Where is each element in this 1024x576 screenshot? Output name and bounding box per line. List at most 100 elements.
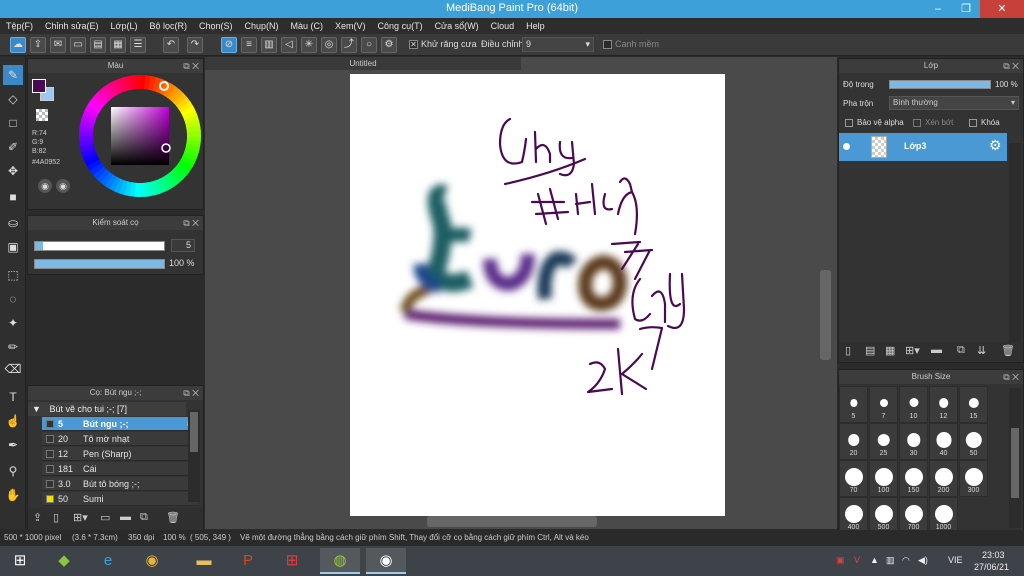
brush-size-scrollbar[interactable] xyxy=(1009,388,1021,528)
menu-select[interactable]: Chọn(S) xyxy=(199,18,233,34)
pages-icon[interactable]: ▦ xyxy=(110,37,126,53)
snap-off-icon[interactable]: ⊘ xyxy=(221,37,237,53)
brush-size-option[interactable]: 25 xyxy=(869,423,898,460)
brush-list-item[interactable]: 181 Cái xyxy=(42,462,199,476)
brush-delete-icon[interactable]: 🗑 xyxy=(166,511,180,524)
cloud-icon[interactable]: ☁ xyxy=(10,37,26,53)
dropper-tool-icon[interactable]: ⚲ xyxy=(3,461,23,481)
snap-settings-icon[interactable]: ⚙ xyxy=(381,37,397,53)
undo-icon[interactable]: ↶ xyxy=(163,37,179,53)
tray-v-icon[interactable]: V xyxy=(854,555,860,565)
operation-tool-icon[interactable]: ☝ xyxy=(3,411,23,431)
palette-icon[interactable]: ◉ xyxy=(38,179,52,193)
app-grid-icon[interactable]: ⊞ xyxy=(272,548,312,574)
minimize-icon[interactable]: – xyxy=(924,0,952,18)
smooth-checkbox[interactable] xyxy=(603,40,612,49)
panel-popout-close-icon[interactable]: ⧉ ✕ xyxy=(183,216,199,230)
menu-color[interactable]: Màu (C) xyxy=(291,18,324,34)
palette-settings-icon[interactable]: ◉ xyxy=(56,179,70,193)
lock-checkbox[interactable] xyxy=(969,119,977,127)
medibang-icon[interactable]: ◍ xyxy=(320,548,360,574)
clipping-checkbox[interactable] xyxy=(913,119,921,127)
brush-size-option[interactable]: 15 xyxy=(959,386,988,423)
tray-app-icon[interactable]: ▣ xyxy=(836,555,845,566)
brush-size-option[interactable]: 5 xyxy=(839,386,868,423)
menu-file[interactable]: Tệp(F) xyxy=(6,18,33,34)
brush-size-option[interactable]: 10 xyxy=(899,386,928,423)
brush-size-option[interactable]: 70 xyxy=(839,460,868,497)
brush-size-option[interactable]: 30 xyxy=(899,423,928,460)
clock-time[interactable]: 23:03 xyxy=(982,550,1005,560)
internet-explorer-icon[interactable]: e xyxy=(88,548,128,574)
delete-layer-icon[interactable]: 🗑 xyxy=(1001,344,1015,357)
brush-size-option[interactable]: 40 xyxy=(929,423,958,460)
radial-snap-icon[interactable]: ✳ xyxy=(301,37,317,53)
brush-tool-icon[interactable]: ✎ xyxy=(3,65,23,85)
antialias-checkbox[interactable]: ✕ xyxy=(409,40,418,49)
bluestacks-icon[interactable]: ◆ xyxy=(44,548,84,574)
brush-size-option[interactable]: 12 xyxy=(929,386,958,423)
brush-opacity-slider[interactable] xyxy=(34,259,165,269)
message-icon[interactable]: ▭ xyxy=(70,37,86,53)
brush-size-option[interactable]: 50 xyxy=(959,423,988,460)
brush-size-option[interactable]: 400 xyxy=(839,497,868,534)
medibang-paint-icon[interactable]: ◉ xyxy=(366,548,406,574)
comment-icon[interactable]: ✉ xyxy=(50,37,66,53)
canvas-vscroll-thumb[interactable] xyxy=(820,270,831,360)
eyedropper-tool-icon[interactable]: ✒ xyxy=(3,435,23,455)
redo-icon[interactable]: ↷ xyxy=(187,37,203,53)
brush-size-option[interactable]: 300 xyxy=(959,460,988,497)
brush-size-option[interactable]: 150 xyxy=(899,460,928,497)
layer-scrollbar[interactable] xyxy=(1009,143,1021,343)
brush-list-item[interactable]: 5Bút ngu ;-;⚙ xyxy=(42,417,199,431)
adjust-select[interactable]: 9 ▾ xyxy=(522,37,594,52)
fill-rect-tool-icon[interactable]: ■ xyxy=(3,187,23,207)
brush-size-slider[interactable] xyxy=(34,241,165,251)
panel-popout-close-icon[interactable]: ⧉ ✕ xyxy=(1003,59,1019,73)
new-8bit-layer-icon[interactable]: ▦ xyxy=(885,344,895,357)
tray-volume-icon[interactable]: ◀) xyxy=(918,555,928,566)
parallel-snap-icon[interactable]: ≡ xyxy=(241,37,257,53)
brush-size-option[interactable]: 20 xyxy=(839,423,868,460)
text-tool-icon[interactable]: T xyxy=(3,387,23,407)
brush-page-icon[interactable]: ▭ xyxy=(100,511,110,524)
brush-size-value[interactable]: 5 xyxy=(171,239,195,252)
close-icon[interactable]: ✕ xyxy=(980,0,1024,18)
gear-icon[interactable]: ⚙ xyxy=(989,137,1002,154)
list-icon[interactable]: ☰ xyxy=(130,37,146,53)
lasso-tool-icon[interactable]: ◌ xyxy=(3,289,23,309)
menu-cloud[interactable]: Cloud xyxy=(491,18,515,34)
tray-network-icon[interactable]: ▥ xyxy=(886,555,895,566)
new-layer-icon[interactable]: ▯ xyxy=(845,344,851,357)
restore-icon[interactable]: ❐ xyxy=(952,0,980,18)
document-canvas[interactable] xyxy=(350,74,725,516)
protect-alpha-checkbox[interactable] xyxy=(845,119,853,127)
brush-size-scroll-thumb[interactable] xyxy=(1011,428,1019,498)
pen-tool-icon[interactable]: ✐ xyxy=(3,137,23,157)
hand-tool-icon[interactable]: ✋ xyxy=(3,485,23,505)
panel-popout-close-icon[interactable]: ⧉ ✕ xyxy=(183,386,199,400)
canvas-hscroll-thumb[interactable] xyxy=(427,516,597,527)
grid-snap-icon[interactable]: ▥ xyxy=(261,37,277,53)
curve-snap-icon[interactable]: ⤴ xyxy=(341,37,357,53)
magic-wand-tool-icon[interactable]: ✦ xyxy=(3,313,23,333)
gradient-tool-icon[interactable]: ▣ xyxy=(3,237,23,257)
select-rect-tool-icon[interactable]: ⬚ xyxy=(3,265,23,285)
menu-snap[interactable]: Chụp(N) xyxy=(245,18,279,34)
panel-popout-close-icon[interactable]: ⧉ ✕ xyxy=(1003,370,1019,384)
add-brush-icon[interactable]: ⇪ xyxy=(33,511,42,524)
page-icon[interactable]: ▤ xyxy=(90,37,106,53)
brush-list-item[interactable]: 50 Sumi xyxy=(42,492,199,506)
brush-folder-icon[interactable]: ▬ xyxy=(120,511,131,523)
menu-tools[interactable]: Công cụ(T) xyxy=(378,18,423,34)
tray-wifi-icon[interactable]: ◠ xyxy=(902,555,910,566)
brush-list-item[interactable]: 20 Tô mờ nhạt xyxy=(42,432,199,446)
select-eraser-tool-icon[interactable]: ⌫ xyxy=(3,359,23,379)
move-tool-icon[interactable]: ✥ xyxy=(3,161,23,181)
brush-copy-icon[interactable]: ⧉ xyxy=(140,511,148,524)
brush-list-scrollbar[interactable] xyxy=(188,410,200,502)
menu-edit[interactable]: Chỉnh sửa(E) xyxy=(45,18,99,34)
menu-window[interactable]: Cửa sổ(W) xyxy=(435,18,479,34)
brush-group-header[interactable]: ▼ Bút vẽ cho tui ;-; [7] xyxy=(28,402,186,416)
brush-list-item[interactable]: 12 Pen (Sharp) xyxy=(42,447,199,461)
